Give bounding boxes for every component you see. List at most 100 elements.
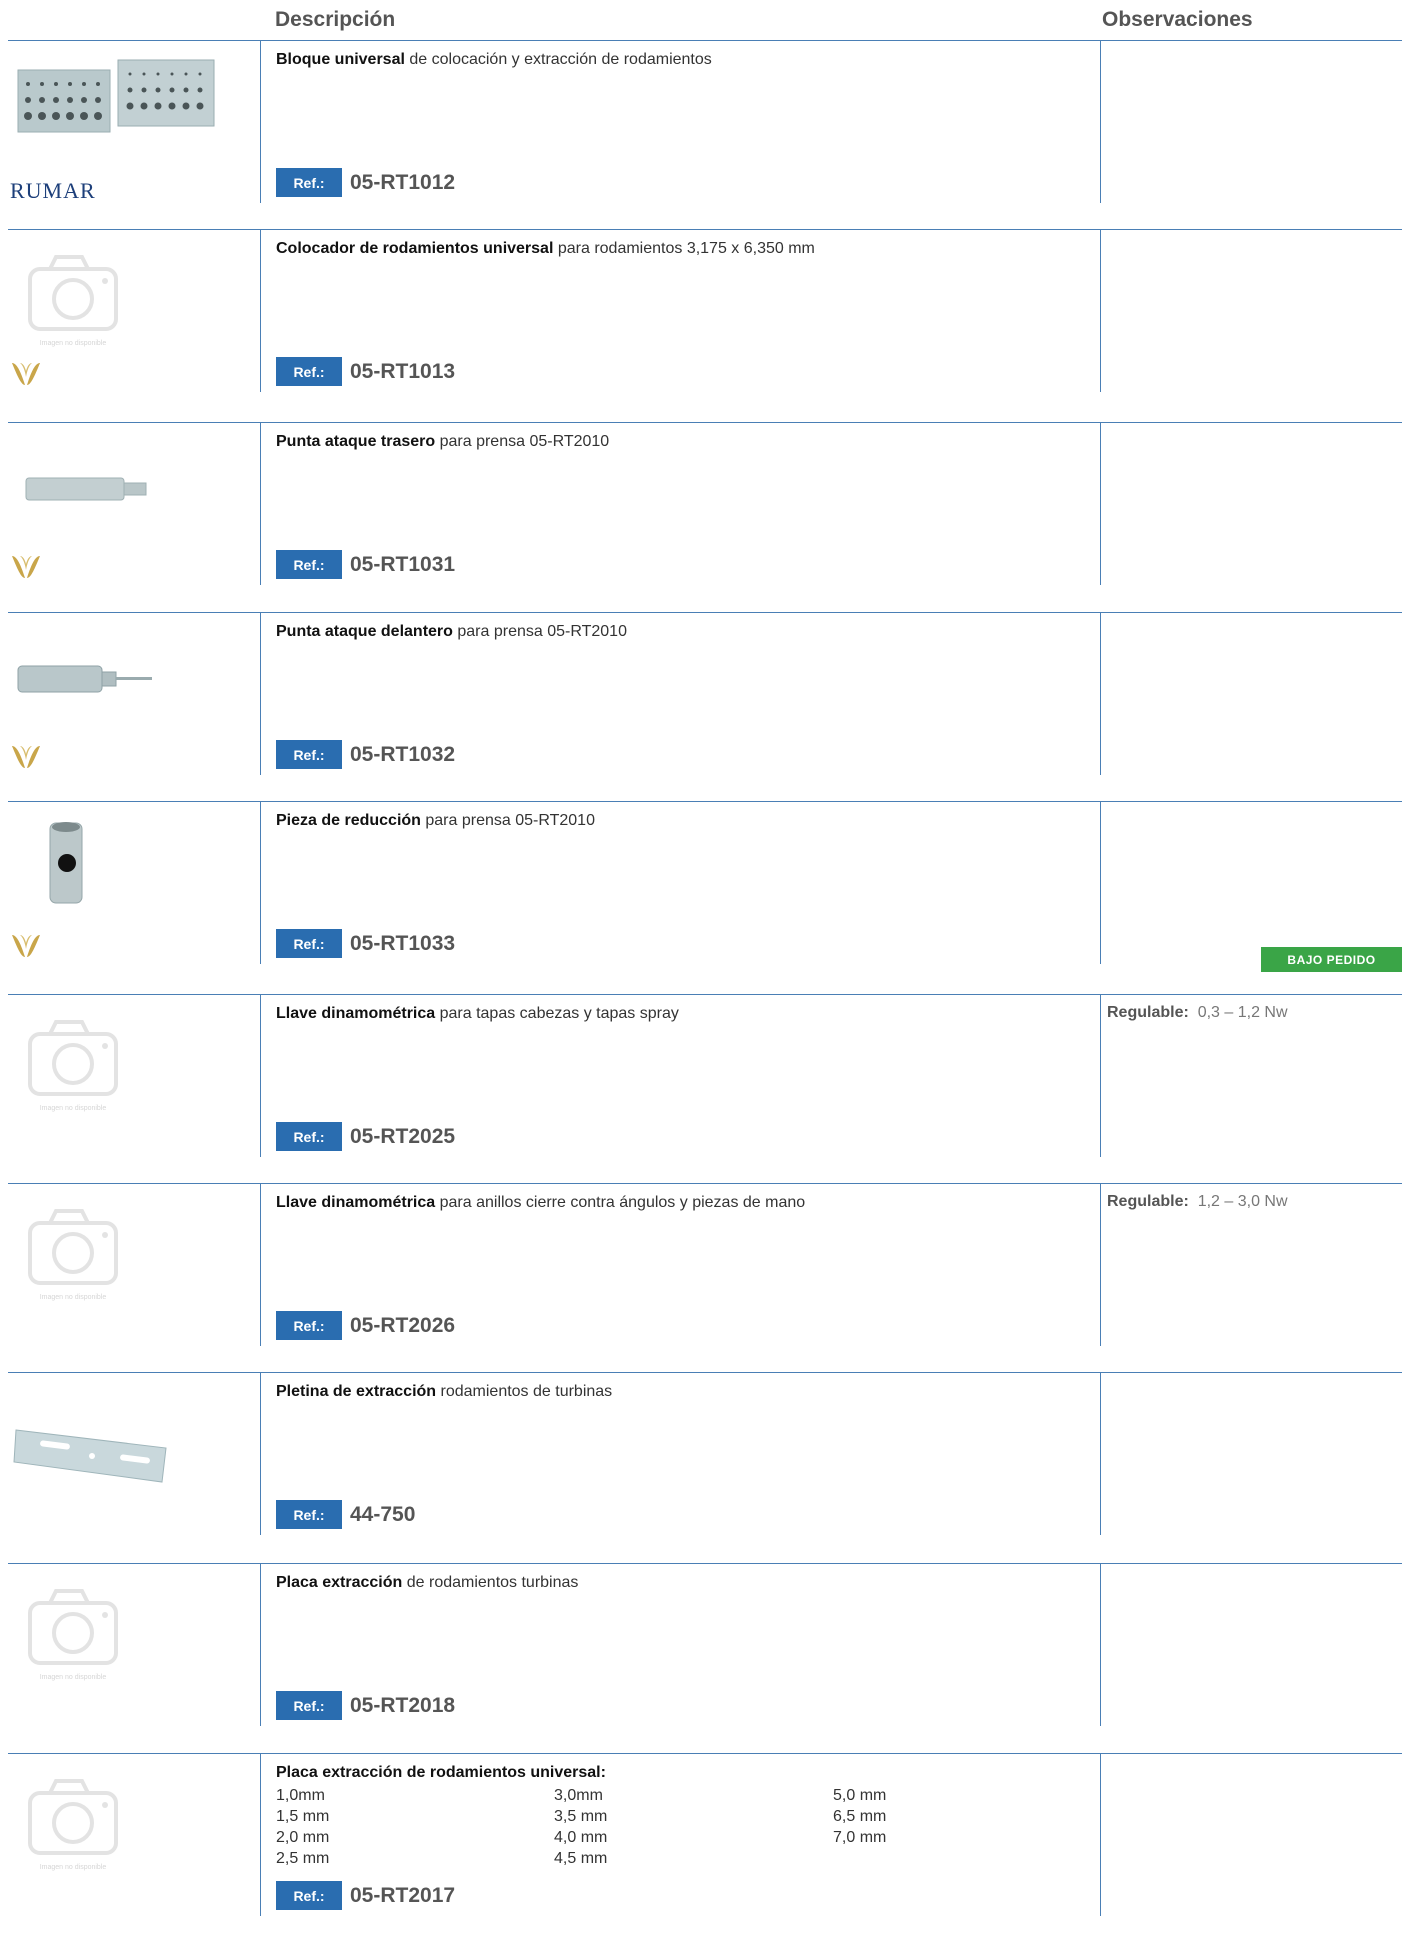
block-hole: [156, 72, 160, 76]
camera-flash: [102, 1232, 108, 1238]
brand-v-logo: [12, 556, 40, 578]
reference: Ref.: 05-RT1032: [276, 740, 455, 769]
reducer-hole: [58, 854, 76, 872]
product-image-cell: [10, 1380, 250, 1530]
observation-label: Regulable:: [1107, 1004, 1189, 1021]
size-value: 1,5 mm: [276, 1808, 330, 1825]
column-divider: [260, 1372, 261, 1535]
column-divider: [1100, 229, 1101, 392]
product-title: Pieza de reducción: [276, 812, 421, 829]
product-image: [49, 822, 83, 904]
ref-code: 05-RT1031: [350, 552, 456, 576]
camera-flash: [102, 1612, 108, 1618]
product-title: Bloque universal: [276, 51, 405, 68]
product-detail: de colocación y extracción de rodamiento…: [404, 51, 712, 68]
placeholder-text: Imagen no disponible: [40, 1674, 107, 1681]
product-image-cell: [10, 430, 250, 580]
reference: Ref.: 44-750: [276, 1500, 415, 1529]
reference: Ref.: 05-RT1013: [276, 357, 455, 386]
ref-label-badge: Ref.:: [276, 168, 342, 197]
product-detail: para prensa 05-RT2010: [435, 433, 610, 450]
size-value: 4,0 mm: [554, 1829, 608, 1846]
product-description: Colocador de rodamientos universal para …: [276, 239, 1086, 259]
product-detail: para anillos cierre contra ángulos y pie…: [435, 1194, 806, 1211]
reference: Ref.: 05-RT1012: [276, 168, 455, 197]
punch-needle: [116, 677, 152, 680]
block-hole: [81, 97, 87, 103]
product-image-cell: Imagen no disponible: [10, 237, 250, 387]
block-hole: [54, 82, 58, 86]
punch-collar: [101, 671, 117, 687]
product-row: Pieza de reducción para prensa 05-RT2010…: [0, 801, 1402, 988]
block-hole: [38, 112, 46, 120]
camera-lens: [52, 1612, 94, 1654]
block-hole: [126, 102, 134, 110]
block-hole: [170, 72, 174, 76]
ref-code: 05-RT1013: [350, 359, 456, 383]
reducer-top: [52, 822, 80, 832]
row-divider: [8, 612, 1402, 613]
ref-code: 05-RT2025: [350, 1124, 456, 1148]
product-description: Punta ataque trasero para prensa 05-RT20…: [276, 432, 1086, 452]
reference: Ref.: 05-RT1033: [276, 929, 455, 958]
product-row: Punta ataque delantero para prensa 05-RT…: [0, 612, 1402, 799]
product-row: Pletina de extracción rodamientos de tur…: [0, 1372, 1402, 1559]
product-row: Imagen no disponible Colocador de rodamie…: [0, 229, 1402, 416]
block-hole: [96, 82, 100, 86]
block-hole: [184, 72, 188, 76]
size-column: 1,0mm 1,5 mm 2,0 mm 2,5 mm: [276, 1785, 329, 1869]
product-description: Pletina de extracción rodamientos de tur…: [276, 1382, 1086, 1402]
block-hole: [197, 87, 203, 93]
block-hole: [53, 97, 59, 103]
ref-label-badge: Ref.:: [276, 1881, 342, 1910]
column-header-observaciones: Observaciones: [1102, 8, 1253, 31]
placeholder-text: Imagen no disponible: [40, 340, 107, 347]
ref-code: 05-RT1012: [350, 170, 456, 194]
product-image-cell: Imagen no disponible: [10, 1002, 250, 1152]
column-divider: [260, 1183, 261, 1346]
v-center: [20, 746, 32, 760]
observation: Regulable: 1,2 – 3,0 Nw: [1107, 1193, 1288, 1211]
block-hole: [198, 72, 202, 76]
observation-label: Regulable:: [1107, 1193, 1189, 1210]
image-placeholder: Imagen no disponible: [28, 1779, 118, 1871]
block-hole: [141, 87, 147, 93]
block-hole: [140, 102, 148, 110]
block-hole: [169, 87, 175, 93]
brand-v-logo: [12, 746, 40, 768]
row-divider: [8, 1372, 1402, 1373]
size-value: 2,0 mm: [276, 1829, 330, 1846]
product-description: Llave dinamométrica para tapas cabezas y…: [276, 1004, 1086, 1024]
product-detail: para rodamientos 3,175 x 6,350 mm: [553, 240, 815, 257]
image-placeholder: Imagen no disponible: [28, 1589, 118, 1681]
product-row: RUMAR Bloque universal de colocación y ex…: [0, 40, 1402, 227]
column-divider: [260, 40, 261, 203]
placeholder-text: Imagen no disponible: [40, 1105, 107, 1112]
column-divider: [1100, 1753, 1101, 1916]
column-divider: [260, 994, 261, 1157]
block-hole: [127, 87, 133, 93]
block-hole: [182, 102, 190, 110]
v-center: [20, 935, 32, 949]
brand-v-logo: [12, 363, 40, 385]
placeholder-text: Imagen no disponible: [40, 1294, 107, 1301]
v-center: [20, 363, 32, 377]
row-divider: [8, 1563, 1402, 1564]
camera-flash: [102, 278, 108, 284]
size-value: 3,5 mm: [554, 1808, 608, 1825]
ref-label-badge: Ref.:: [276, 1500, 342, 1529]
column-header-descripcion: Descripción: [275, 8, 396, 31]
placeholder-text: Imagen no disponible: [40, 1864, 107, 1871]
product-image: [17, 665, 152, 693]
size-column: 5,0 mm 6,5 mm 7,0 mm: [833, 1785, 886, 1848]
ref-code: 05-RT1033: [350, 931, 456, 955]
ref-code: 05-RT2018: [350, 1693, 456, 1717]
row-divider: [8, 1183, 1402, 1184]
size-column: 3,0mm 3,5 mm 4,0 mm 4,5 mm: [554, 1785, 607, 1869]
block-hole: [25, 97, 31, 103]
product-image-cell: [10, 48, 250, 198]
column-divider: [1100, 40, 1101, 203]
row-divider: [8, 1753, 1402, 1754]
block-hole: [168, 102, 176, 110]
ref-label-badge: Ref.:: [276, 1311, 342, 1340]
